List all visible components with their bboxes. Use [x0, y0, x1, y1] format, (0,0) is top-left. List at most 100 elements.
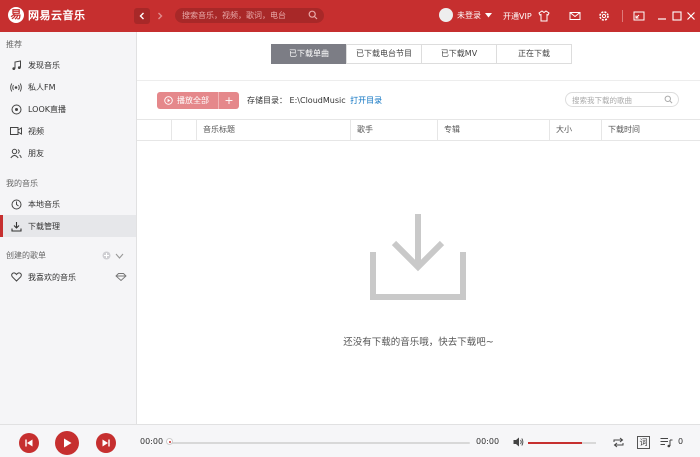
sidebar-item-look-live[interactable]: LOOK直播 — [0, 98, 136, 120]
playlist-count: 0 — [678, 437, 684, 446]
skin-icon[interactable] — [538, 10, 550, 22]
volume-slider[interactable] — [528, 442, 596, 444]
back-icon — [139, 12, 144, 20]
sidebar-item-label: 视频 — [28, 126, 44, 136]
volume-level — [528, 442, 583, 444]
current-time: 00:00 — [140, 437, 164, 446]
open-vip-link[interactable]: 开通VIP — [503, 11, 532, 22]
volume-icon[interactable] — [513, 437, 524, 447]
sidebar-item-discover[interactable]: 发现音乐 — [0, 54, 136, 76]
lyrics-button[interactable]: 词 — [637, 436, 650, 449]
netease-logo-icon: 易 — [8, 7, 24, 23]
storage-label: 存储目录： — [247, 96, 287, 105]
sidebar-item-fm[interactable]: 私人FM — [0, 76, 136, 98]
play-all-label: 播放全部 — [177, 96, 209, 105]
tab-downloaded-mv[interactable]: 已下载MV — [421, 44, 497, 64]
heartbeat-mode-icon[interactable] — [115, 273, 127, 281]
search-icon[interactable] — [664, 95, 673, 104]
section-title-created-playlists: 创建的歌单 — [6, 251, 46, 260]
music-note-icon — [11, 59, 21, 70]
heart-icon — [10, 272, 22, 282]
progress-track[interactable] — [170, 442, 470, 444]
add-playlist-icon[interactable] — [102, 251, 111, 260]
radio-icon — [10, 82, 22, 92]
search-placeholder: 搜索音乐，视频，歌词，电台 — [182, 11, 286, 20]
forward-button[interactable] — [152, 8, 168, 24]
sidebar-item-label: 朋友 — [28, 148, 44, 158]
title-bar: 易 网易云音乐 搜索音乐，视频，歌词，电台 未登录 开通VIP — [0, 0, 700, 32]
next-icon — [102, 439, 110, 447]
sidebar-item-friends[interactable]: 朋友 — [0, 142, 136, 164]
tab-downloaded-songs[interactable]: 已下载单曲 — [271, 44, 347, 64]
avatar[interactable] — [439, 8, 453, 22]
sidebar-item-label: 我喜欢的音乐 — [28, 272, 76, 282]
user-login[interactable]: 未登录 — [439, 8, 492, 22]
minimize-icon[interactable] — [656, 10, 668, 22]
login-status[interactable]: 未登录 — [457, 10, 481, 21]
close-icon[interactable] — [685, 10, 697, 22]
download-tabs: 已下载单曲 已下载电台节目 已下载MV 正在下载 — [271, 44, 572, 64]
app-logo[interactable]: 易 网易云音乐 — [8, 7, 86, 23]
sidebar-item-label: 下载管理 — [28, 221, 60, 231]
previous-icon — [25, 439, 33, 447]
main-content: 已下载单曲 已下载电台节目 已下载MV 正在下载 播放全部 + 存储目录： E:… — [137, 32, 700, 424]
app-title: 网易云音乐 — [28, 9, 86, 22]
play-button[interactable] — [55, 431, 79, 455]
column-title[interactable]: 音乐标题 — [196, 120, 350, 140]
live-icon — [11, 104, 21, 114]
open-directory-link[interactable]: 打开目录 — [350, 96, 382, 105]
total-time: 00:00 — [476, 437, 500, 446]
storage-directory: 存储目录： E:\CloudMusic 打开目录 — [247, 95, 382, 106]
add-all-to-playlist-button[interactable]: + — [218, 92, 239, 109]
sidebar-item-download-manager[interactable]: 下载管理 — [0, 215, 136, 237]
local-music-icon — [11, 199, 21, 209]
playlist-icon[interactable] — [660, 437, 673, 448]
tab-downloaded-radio[interactable]: 已下载电台节目 — [346, 44, 422, 64]
maximize-icon[interactable] — [671, 10, 683, 22]
section-title-recommend: 推荐 — [6, 40, 22, 49]
sidebar-item-label: 发现音乐 — [28, 60, 60, 70]
sidebar-item-label: 私人FM — [28, 82, 56, 92]
tab-downloading[interactable]: 正在下载 — [496, 44, 572, 64]
search-input[interactable]: 搜索音乐，视频，歌词，电台 — [175, 8, 324, 23]
sidebar-item-video[interactable]: 视频 — [0, 120, 136, 142]
section-title-my-music: 我的音乐 — [6, 179, 38, 188]
video-icon — [10, 127, 22, 135]
column-album[interactable]: 专辑 — [437, 120, 549, 140]
storage-path: E:\CloudMusic — [289, 96, 346, 105]
settings-icon[interactable] — [598, 10, 610, 22]
play-all-button[interactable]: 播放全部 + — [157, 92, 239, 109]
sidebar-item-label: 本地音乐 — [28, 199, 60, 209]
friends-icon — [10, 148, 22, 158]
chevron-down-icon[interactable] — [115, 253, 124, 259]
back-button[interactable] — [134, 8, 150, 24]
repeat-icon[interactable] — [612, 437, 625, 448]
table-header: 音乐标题 歌手 专辑 大小 下载时间 — [137, 119, 700, 141]
title-separator — [622, 10, 623, 22]
column-artist[interactable]: 歌手 — [350, 120, 437, 140]
sidebar-item-label: LOOK直播 — [28, 104, 67, 114]
forward-icon — [158, 12, 163, 20]
download-icon — [10, 221, 22, 232]
play-icon — [64, 438, 72, 448]
empty-download-icon — [370, 214, 466, 300]
divider — [137, 80, 700, 81]
player-bar: 00:00 00:00 词 0 — [0, 424, 700, 457]
sidebar-item-liked-music[interactable]: 我喜欢的音乐 — [0, 266, 136, 288]
search-icon[interactable] — [308, 10, 318, 20]
empty-message: 还没有下载的音乐哦，快去下载吧~ — [343, 337, 494, 348]
local-search-input[interactable]: 搜索我下载的歌曲 — [565, 92, 679, 107]
local-search-placeholder: 搜索我下载的歌曲 — [572, 96, 632, 105]
column-download-time[interactable]: 下载时间 — [601, 120, 700, 140]
sidebar-item-local-music[interactable]: 本地音乐 — [0, 193, 136, 215]
sidebar: 推荐 发现音乐 私人FM LOOK直播 视频 朋友 我的音乐 本地音乐 下载管理… — [0, 32, 137, 424]
column-size[interactable]: 大小 — [549, 120, 601, 140]
mini-mode-icon[interactable] — [633, 10, 645, 22]
user-dropdown-icon[interactable] — [485, 12, 492, 18]
mail-icon[interactable] — [569, 10, 581, 22]
next-button[interactable] — [96, 433, 116, 453]
play-circle-icon — [164, 96, 173, 105]
previous-button[interactable] — [19, 433, 39, 453]
column-action — [171, 120, 196, 140]
progress-thumb[interactable] — [166, 438, 173, 445]
